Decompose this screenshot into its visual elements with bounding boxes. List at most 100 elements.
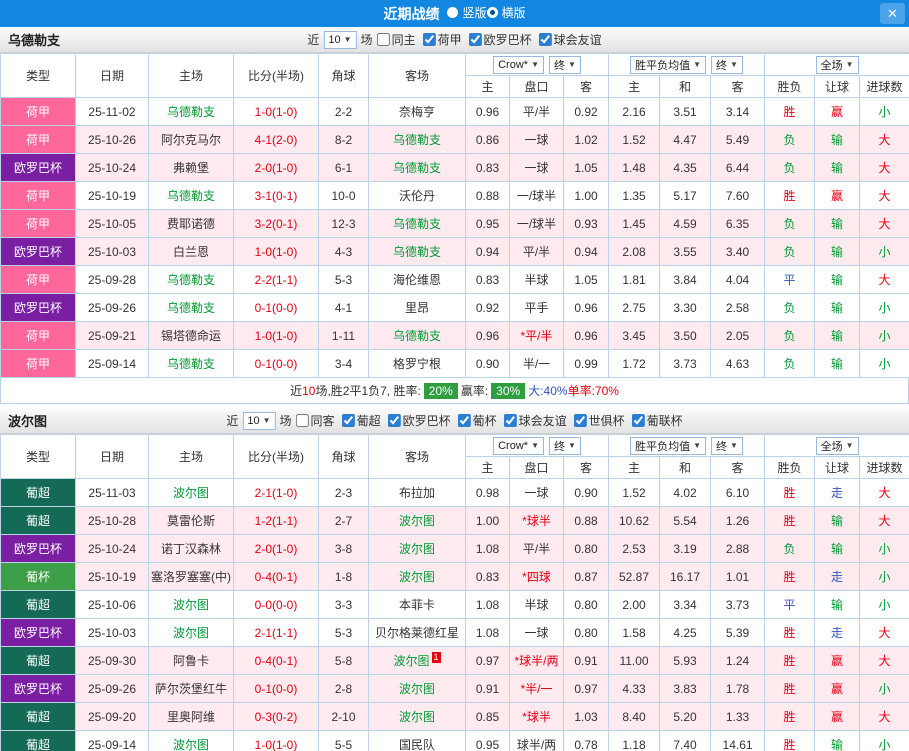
radio-label: 横版 [501,6,526,20]
home-team[interactable]: 费耶诺德 [148,209,234,238]
match-score[interactable]: 1-2(1-1) [233,506,319,535]
home-team[interactable]: 阿鲁卡 [148,646,234,675]
away-team[interactable]: 奈梅亨 [368,97,466,126]
league-filter[interactable]: 荷甲 [422,31,462,48]
match-score[interactable]: 1-0(1-0) [233,97,319,126]
recent-count-select[interactable]: 10 ▼ [323,30,357,49]
home-team[interactable]: 萨尔茨堡红牛 [148,674,234,703]
match-score[interactable]: 2-0(1-0) [233,534,319,563]
match-score[interactable]: 1-0(1-0) [233,730,319,751]
filter-checkbox[interactable] [422,33,436,46]
away-team[interactable]: 波尔图 [368,674,466,703]
match-score[interactable]: 3-1(0-1) [233,181,319,210]
home-team[interactable]: 乌德勒支 [148,293,234,322]
match-score[interactable]: 0-1(0-0) [233,674,319,703]
league-filter[interactable]: 葡超 [341,412,381,429]
wdl-time-select[interactable]: 终 ▼ [711,55,743,74]
away-team[interactable]: 海伦维恩 [368,265,466,294]
match-score[interactable]: 4-1(2-0) [233,125,319,154]
league-filter[interactable]: 球会友谊 [503,412,567,429]
away-team[interactable]: 贝尔格莱德红星 [368,618,466,647]
filter-checkbox[interactable] [295,414,309,427]
home-team[interactable]: 乌德勒支 [148,97,234,126]
home-team[interactable]: 锡塔德命运 [148,321,234,350]
home-team[interactable]: 弗赖堡 [148,153,234,182]
league-filter[interactable]: 球会友谊 [538,31,602,48]
home-team[interactable]: 阿尔克马尔 [148,125,234,154]
wdl-avg-select[interactable]: 胜平负均值 ▼ [630,436,707,455]
home-team[interactable]: 波尔图 [148,730,234,751]
away-team[interactable]: 波尔图 [368,562,466,591]
league-filter[interactable]: 欧罗巴杯 [468,31,532,48]
filter-checkbox[interactable] [468,33,482,46]
filter-checkbox[interactable] [503,414,517,427]
away-team[interactable]: 本菲卡 [368,590,466,619]
match-score[interactable]: 2-1(1-0) [233,478,319,507]
match-score[interactable]: 2-0(1-0) [233,153,319,182]
home-team[interactable]: 莫雷伦斯 [148,506,234,535]
lose-odds: 1.01 [710,562,766,591]
away-team[interactable]: 乌德勒支 [368,209,466,238]
home-team[interactable]: 乌德勒支 [148,265,234,294]
handicap-away-odds: 0.93 [562,209,610,238]
home-team[interactable]: 塞洛罗塞塞(中) [148,562,234,591]
match-score[interactable]: 0-4(0-1) [233,646,319,675]
home-team[interactable]: 诺丁汉森林 [148,534,234,563]
home-team[interactable]: 乌德勒支 [148,349,234,378]
home-team[interactable]: 波尔图 [148,478,234,507]
match-score[interactable]: 2-1(1-1) [233,618,319,647]
match-score[interactable]: 2-2(1-1) [233,265,319,294]
match-score[interactable]: 0-1(0-0) [233,293,319,322]
close-button[interactable]: ✕ [880,3,905,24]
match-score[interactable]: 0-1(0-0) [233,349,319,378]
league-filter[interactable]: 世俱杯 [573,412,625,429]
match-score[interactable]: 1-0(1-0) [233,321,319,350]
scope-select[interactable]: 全场 ▼ [815,55,859,74]
match-score[interactable]: 1-0(1-0) [233,237,319,266]
league-filter[interactable]: 葡联杯 [631,412,683,429]
home-team[interactable]: 波尔图 [148,618,234,647]
away-team[interactable]: 波尔图 [368,506,466,535]
filter-checkbox[interactable] [538,33,552,46]
match-score[interactable]: 3-2(0-1) [233,209,319,238]
home-team[interactable]: 里奥阿维 [148,702,234,731]
filter-checkbox[interactable] [631,414,645,427]
filter-checkbox[interactable] [387,414,401,427]
match-score[interactable]: 0-3(0-2) [233,702,319,731]
wdl-time-select[interactable]: 终 ▼ [711,436,743,455]
away-team[interactable]: 波尔图 [368,702,466,731]
away-team[interactable]: 波尔图 [368,534,466,563]
away-team[interactable]: 里昂 [368,293,466,322]
odds-time-select[interactable]: 终 ▼ [548,55,581,74]
league-filter[interactable]: 同客 [295,412,335,429]
away-team[interactable]: 乌德勒支 [368,125,466,154]
away-team[interactable]: 乌德勒支 [368,321,466,350]
home-team[interactable]: 乌德勒支 [148,181,234,210]
layout-radio[interactable]: 横版 [486,4,526,21]
league-filter[interactable]: 欧罗巴杯 [387,412,451,429]
match-score[interactable]: 0-4(0-1) [233,562,319,591]
filter-checkbox[interactable] [457,414,471,427]
filter-checkbox[interactable] [573,414,587,427]
away-team[interactable]: 波尔图 1 [368,646,466,675]
away-team[interactable]: 乌德勒支 [368,237,466,266]
match-score[interactable]: 0-0(0-0) [233,590,319,619]
filter-checkbox[interactable] [341,414,355,427]
home-team[interactable]: 白兰恩 [148,237,234,266]
away-team[interactable]: 格罗宁根 [368,349,466,378]
layout-radio[interactable]: 竖版 [447,4,487,21]
recent-count-select[interactable]: 10 ▼ [242,411,276,430]
odds-company-select[interactable]: Crow* ▼ [493,55,544,74]
odds-company-select[interactable]: Crow* ▼ [493,436,544,455]
scope-select[interactable]: 全场 ▼ [815,436,859,455]
away-team[interactable]: 布拉加 [368,478,466,507]
home-team[interactable]: 波尔图 [148,590,234,619]
odds-time-select[interactable]: 终 ▼ [548,436,581,455]
filter-checkbox[interactable] [376,33,390,46]
league-filter[interactable]: 同主 [376,31,416,48]
wdl-avg-select[interactable]: 胜平负均值 ▼ [630,55,707,74]
away-team[interactable]: 国民队 [368,730,466,751]
away-team[interactable]: 乌德勒支 [368,153,466,182]
away-team[interactable]: 沃伦丹 [368,181,466,210]
league-filter[interactable]: 葡杯 [457,412,497,429]
